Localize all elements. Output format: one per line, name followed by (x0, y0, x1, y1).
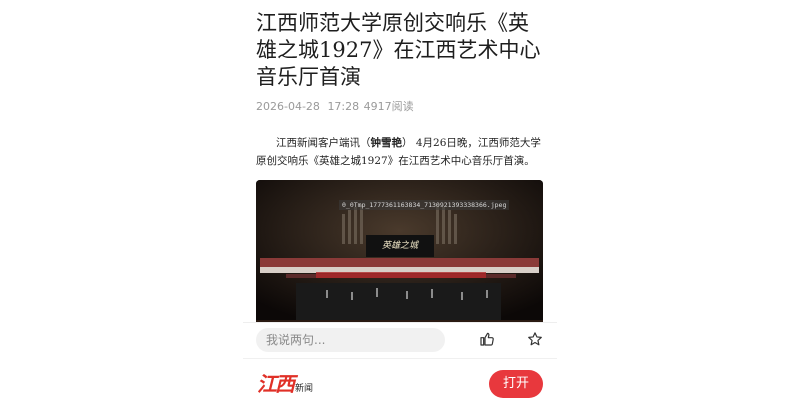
comment-bar: 我说两句... (243, 322, 557, 357)
app-logo: 江西 新闻 (257, 371, 313, 397)
concert-photo[interactable]: 英雄之城 0_0Tmp_1777361163834_71309213933383… (256, 180, 543, 325)
publish-time: 17:28 (327, 100, 360, 113)
article-page: 江西师范大学原创交响乐《英雄之城1927》在江西艺术中心音乐厅首演 2026-0… (243, 0, 557, 412)
logo-sub-text: 新闻 (295, 384, 314, 394)
article-title: 江西师范大学原创交响乐《英雄之城1927》在江西艺术中心音乐厅首演 (256, 11, 541, 89)
para-prefix: 江西新闻客户端讯（ (276, 137, 371, 149)
author-name: 钟雪艳 (370, 137, 403, 149)
article-meta: 2026-04-28 17:28 4917阅读 (256, 98, 418, 114)
view-count: 4917阅读 (363, 100, 414, 113)
app-download-banner: 江西 新闻 打开 (243, 358, 557, 412)
article-paragraph: 江西新闻客户端讯（钟雪艳） 4月26日晚，江西师范大学原创交响乐《英雄之城192… (256, 134, 546, 170)
photo-filename: 0_0Tmp_1777361163834_7130921393338366.jp… (339, 200, 510, 210)
star-icon[interactable] (527, 331, 543, 347)
open-app-button[interactable]: 打开 (489, 370, 543, 398)
screen-title: 英雄之城 (382, 240, 420, 251)
logo-main-text: 江西 (257, 372, 295, 396)
publish-date: 2026-04-28 (256, 100, 320, 113)
thumbs-up-icon[interactable] (479, 331, 495, 347)
comment-input[interactable]: 我说两句... (256, 328, 445, 352)
